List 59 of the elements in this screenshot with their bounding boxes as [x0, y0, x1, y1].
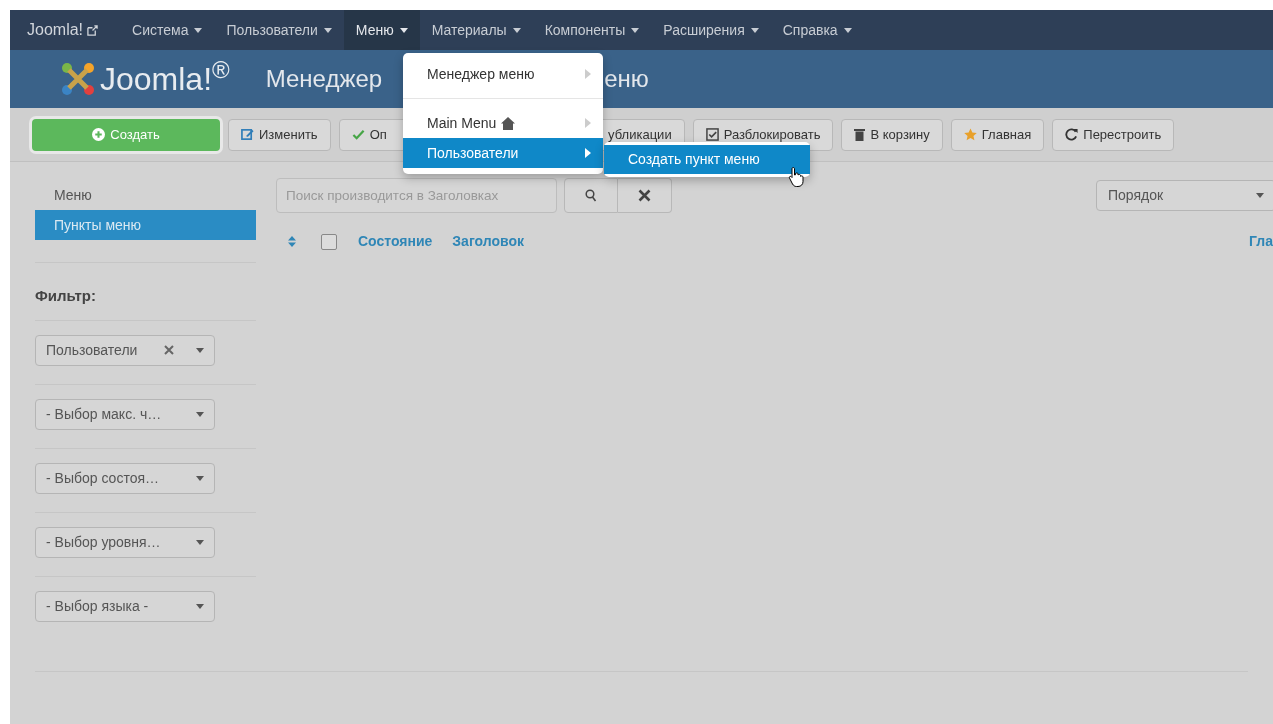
caret-icon: [512, 27, 521, 33]
filter-select[interactable]: - Выбор уровня…: [35, 526, 215, 558]
caret-icon: [750, 27, 759, 33]
page-title: еню: [604, 64, 649, 94]
page-title: Менеджер: [265, 64, 383, 94]
chevron-right-icon: [585, 118, 591, 128]
joomla-logo-icon: [60, 61, 96, 97]
submenu-item[interactable]: Создать пункт меню: [604, 145, 810, 174]
trash-icon: [854, 128, 866, 141]
star-icon: [963, 128, 977, 141]
filter-select[interactable]: - Выбор макс. ч…: [35, 398, 215, 430]
nav-menu-item[interactable]: Расширения: [651, 10, 771, 50]
caret-icon: [323, 27, 332, 33]
caret-icon: [196, 347, 204, 353]
caret-icon: [631, 27, 640, 33]
chevron-right-icon: [585, 69, 591, 79]
filter-select[interactable]: Пользователи: [35, 334, 215, 366]
joomla-logo-text: Joomla!$^{®}$: [100, 63, 230, 95]
clear-button[interactable]: [618, 178, 672, 213]
caret-icon: [843, 27, 852, 33]
toolbar-button[interactable]: В корзину: [841, 118, 943, 151]
close-icon: [638, 189, 651, 202]
home-icon: [501, 116, 516, 130]
nav-menu-item[interactable]: Материалы: [419, 10, 533, 50]
ordering-select[interactable]: Порядок: [1096, 180, 1273, 211]
dropdown-item[interactable]: Менеджер меню: [403, 59, 603, 89]
search-field[interactable]: Поиск производится в Заголовках: [276, 178, 557, 213]
sidebar-link[interactable]: Меню: [35, 180, 256, 210]
refresh-icon: [1065, 128, 1079, 141]
caret-icon: [196, 539, 204, 545]
caret-icon: [196, 411, 204, 417]
brand-link[interactable]: Joomla!: [27, 10, 121, 50]
dropdown-item[interactable]: Пользователи: [403, 138, 603, 168]
toolbar-button[interactable]: Главная: [950, 118, 1045, 151]
nav-menu-item[interactable]: Компоненты: [532, 10, 652, 50]
filter-heading: Фильтр:: [35, 286, 97, 306]
search-icon: [585, 189, 597, 202]
edit-icon: [241, 128, 254, 141]
nav-menu-item[interactable]: Пользователи: [214, 10, 344, 50]
nav-menu-item[interactable]: Меню: [343, 10, 420, 50]
caret-icon: [399, 27, 408, 33]
plus-circle-icon: [92, 128, 106, 141]
nav-menu-item[interactable]: Справка: [770, 10, 864, 50]
check-icon: [351, 128, 365, 141]
checkbox-icon: [705, 128, 719, 141]
chevron-right-icon: [585, 148, 591, 158]
toolbar-button[interactable]: Изменить: [228, 118, 331, 151]
nav-menu-item[interactable]: Система: [120, 10, 215, 50]
caret-icon: [196, 475, 204, 481]
filter-select[interactable]: - Выбор языка -: [35, 590, 215, 622]
filter-select[interactable]: - Выбор состоя…: [35, 462, 215, 494]
caret-icon: [1256, 193, 1264, 198]
external-link-icon: [87, 24, 99, 36]
sort-icon[interactable]: [288, 236, 296, 247]
clear-icon[interactable]: [164, 345, 174, 355]
select-all-checkbox[interactable]: [321, 233, 337, 250]
caret-icon: [196, 603, 204, 609]
caret-icon: [194, 27, 203, 33]
toolbar-button[interactable]: Перестроить: [1052, 118, 1175, 151]
